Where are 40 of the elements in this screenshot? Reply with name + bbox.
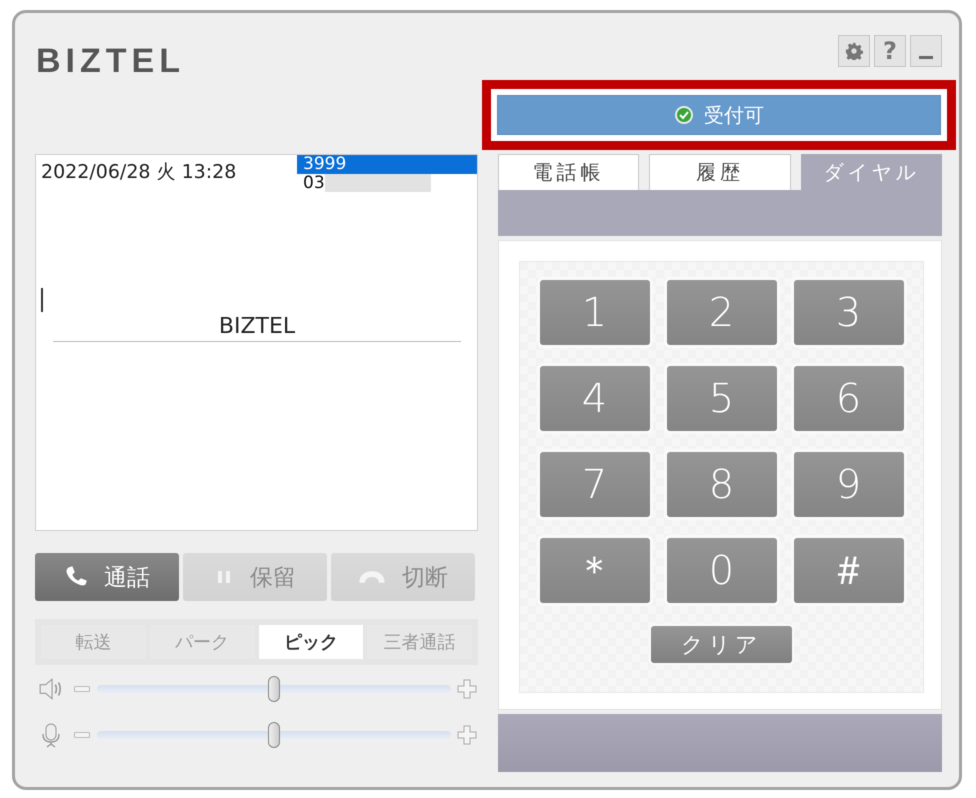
clear-button[interactable]: クリア <box>651 626 792 663</box>
keypad-key[interactable]: 0 <box>666 538 776 603</box>
phone-number[interactable]: 3999 <box>297 155 477 174</box>
app-logo: BIZTEL <box>36 41 185 81</box>
keypad-key[interactable]: 2 <box>666 280 776 345</box>
keypad-key[interactable]: 4 <box>540 366 650 431</box>
help-button[interactable]: ? <box>874 35 906 67</box>
settings-icon <box>845 42 863 60</box>
talk-button[interactable]: 通話 <box>35 553 179 601</box>
slider-thumb[interactable] <box>268 722 280 748</box>
plus-icon[interactable] <box>457 725 477 745</box>
keypad-key[interactable]: 6 <box>794 366 904 431</box>
check-circle-icon <box>674 105 694 125</box>
phone-number[interactable]: 03 <box>297 174 325 193</box>
caller-name: BIZTEL <box>53 314 461 342</box>
minimize-icon <box>919 56 933 58</box>
minus-icon[interactable] <box>73 730 91 740</box>
text-cursor <box>41 288 43 312</box>
keypad-key[interactable]: 1 <box>540 280 650 345</box>
tab[interactable]: ダイヤル <box>800 154 942 190</box>
slider-thumb[interactable] <box>268 676 280 702</box>
keypad-key[interactable]: 3 <box>794 280 904 345</box>
status-button[interactable]: 受付可 <box>497 95 941 135</box>
keypad-key[interactable]: 7 <box>540 452 650 517</box>
keypad-key[interactable]: 5 <box>666 366 776 431</box>
hang-up-icon <box>358 569 386 585</box>
keypad-key[interactable]: 9 <box>794 452 904 517</box>
minus-icon[interactable] <box>73 684 91 694</box>
tab[interactable]: 電話帳 <box>498 154 640 190</box>
keypad-key[interactable]: ＊ <box>540 538 650 603</box>
plus-icon[interactable] <box>457 679 477 699</box>
keypad-key[interactable]: 8 <box>666 452 776 517</box>
call-action-tab[interactable]: ピック <box>258 625 364 659</box>
call-datetime: 2022/06/28 火 13:28 <box>40 160 238 185</box>
tab[interactable]: 履歴 <box>649 154 791 190</box>
volume-slider[interactable] <box>97 676 451 702</box>
minimize-button[interactable] <box>910 35 942 67</box>
volume-slider[interactable] <box>97 722 451 748</box>
keypad-key[interactable]: ＃ <box>794 538 904 603</box>
settings-button[interactable] <box>838 35 870 67</box>
